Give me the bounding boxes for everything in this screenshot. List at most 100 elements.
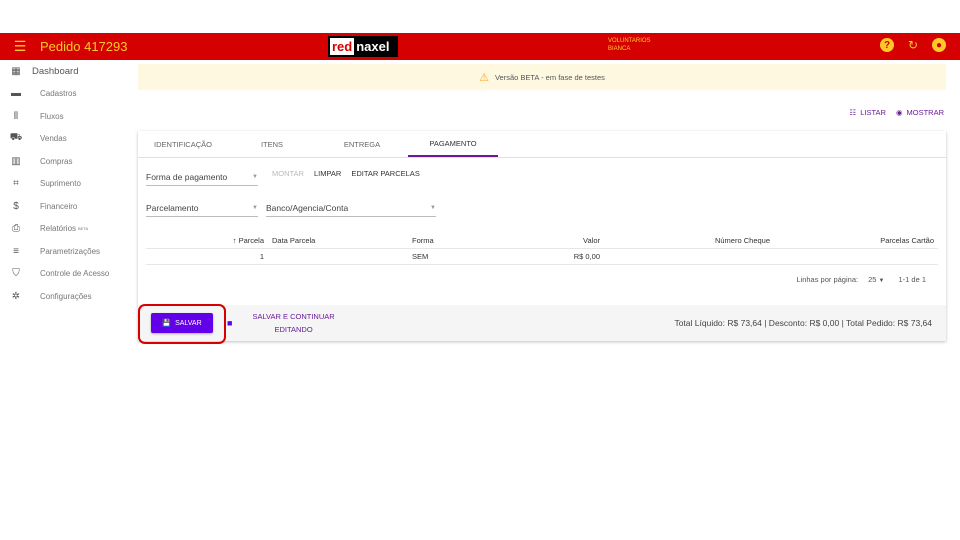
banco-label: Banco/Agencia/Conta xyxy=(266,202,349,213)
chevron-down-icon: ▼ xyxy=(430,204,436,211)
col-valor[interactable]: Valor xyxy=(508,236,604,245)
col-parcela-label: Parcela xyxy=(238,236,264,245)
table-header: ↑ Parcela Data Parcela Forma Valor Númer… xyxy=(146,233,938,249)
cart-icon: ⛟ xyxy=(9,132,23,144)
col-forma[interactable]: Forma xyxy=(408,236,508,245)
eye-icon: ◉ xyxy=(895,108,903,117)
cell-forma: SEM xyxy=(412,252,429,261)
order-card: IDENTIFICAÇÃO ITENS ENTREGA PAGAMENTO Fo… xyxy=(138,131,946,344)
table-row[interactable]: 1 SEM R$ 0,00 xyxy=(146,249,938,265)
col-data-parcela[interactable]: Data Parcela xyxy=(268,236,408,245)
save-continue-button[interactable]: SALVAR E CONTINUAR EDITANDO xyxy=(252,310,334,336)
sidebar: ▦ Dashboard ▬ Cadastros ⦀ Fluxos ⛟ Vendas ▥ Compr… xyxy=(0,60,125,302)
banco-select[interactable]: Banco/Agencia/Conta ▼ xyxy=(266,199,436,217)
rows-per-page-select[interactable]: 25 ▼ xyxy=(868,275,884,284)
sidebar-item-label: Configurações xyxy=(40,291,92,301)
sidebar-item-label: Vendas xyxy=(40,134,67,144)
montar-button[interactable]: MONTAR xyxy=(272,169,304,178)
order-totals: Total Líquido: R$ 73,64 | Desconto: R$ 0… xyxy=(674,318,932,328)
beta-banner: ⚠ Versão BETA - em fase de testes xyxy=(138,64,946,90)
save-continue-line1: SALVAR E CONTINUAR xyxy=(252,312,335,321)
sidebar-item-controle-de-acesso[interactable]: ⛉ Controle de Acesso xyxy=(0,263,125,286)
list-icon: ☷ xyxy=(849,108,857,117)
crop-icon: ⌗ xyxy=(13,178,19,190)
editar-parcelas-button[interactable]: EDITAR PARCELAS xyxy=(351,169,420,178)
user-org: VOLUNTARIOS xyxy=(608,38,651,44)
forma-pagamento-label: Forma de pagamento xyxy=(146,171,228,182)
sidebar-item-relat-rios[interactable]: ⎙ Relatórios BETA xyxy=(0,218,125,241)
sidebar-item-cadastros[interactable]: ▬ Cadastros xyxy=(0,83,125,106)
sidebar-item-label: Relatórios xyxy=(40,224,77,234)
parcelamento-select[interactable]: Parcelamento ▼ xyxy=(146,199,258,217)
warning-icon: ⚠ xyxy=(479,71,489,84)
tab-identificacao[interactable]: IDENTIFICAÇÃO xyxy=(138,131,228,157)
parcelas-table: ↑ Parcela Data Parcela Forma Valor Númer… xyxy=(146,233,938,265)
cell-valor: R$ 0,00 xyxy=(573,252,600,261)
refresh-icon[interactable]: ↻ xyxy=(906,38,920,52)
sidebar-item-label: Cadastros xyxy=(40,89,77,99)
printer-icon: ⎙ xyxy=(12,223,20,235)
sidebar-item-label: Fluxos xyxy=(40,111,64,121)
building-icon: ▥ xyxy=(11,155,21,167)
floppy-icon[interactable]: ■ xyxy=(227,318,232,328)
tabs: IDENTIFICAÇÃO ITENS ENTREGA PAGAMENTO xyxy=(138,131,946,158)
logo: red naxel xyxy=(328,36,398,57)
sidebar-item-label: Dashboard xyxy=(32,65,79,77)
rows-per-page-value: 25 xyxy=(868,275,877,284)
sidebar-item-configura-es[interactable]: ✲ Configurações xyxy=(0,285,125,308)
sidebar-item-label: Compras xyxy=(40,156,73,166)
logo-red: red xyxy=(330,38,355,55)
sidebar-item-label: Parametrizações xyxy=(40,246,101,256)
sidebar-item-fluxos[interactable]: ⦀ Fluxos xyxy=(0,105,125,128)
forma-pagamento-select[interactable]: Forma de pagamento ▼ xyxy=(146,168,258,186)
pagination: Linhas por página: 25 ▼ 1-1 de 1 xyxy=(796,275,926,284)
col-parcela[interactable]: ↑ Parcela xyxy=(146,236,268,245)
page-range: 1-1 de 1 xyxy=(898,275,926,284)
sidebar-item-label: Suprimento xyxy=(40,179,81,189)
sidebar-item-vendas[interactable]: ⛟ Vendas xyxy=(0,128,125,151)
sidebar-item-label: Controle de Acesso xyxy=(40,269,110,279)
beta-badge: BETA xyxy=(78,226,89,232)
app-bar: ☰ Pedido 417293 red naxel VOLUNTARIOS BI… xyxy=(0,33,960,60)
user-info: VOLUNTARIOS BIANCA xyxy=(608,37,651,53)
beta-text: Versão BETA - em fase de testes xyxy=(494,72,605,82)
dollar-icon: $ xyxy=(13,200,19,212)
sidebar-item-parametriza-es[interactable]: ≡ Parametrizações xyxy=(0,240,125,263)
menu-icon[interactable]: ☰ xyxy=(0,38,40,55)
rows-per-page-label: Linhas por página: xyxy=(796,275,859,284)
col-numero-cheque[interactable]: Número Cheque xyxy=(604,236,774,245)
chevron-down-icon: ▼ xyxy=(252,173,258,180)
listar-button[interactable]: ☷ LISTAR xyxy=(850,108,886,117)
tune-icon: ≡ xyxy=(13,245,19,257)
folder-icon: ▬ xyxy=(11,88,21,100)
dashboard-icon: ▦ xyxy=(11,65,21,77)
cell-parcela: 1 xyxy=(259,252,264,261)
listar-label: LISTAR xyxy=(860,108,886,117)
tab-itens[interactable]: ITENS xyxy=(228,131,316,157)
account-circle-icon[interactable]: ● xyxy=(932,38,946,52)
shield-icon: ⛉ xyxy=(12,268,20,280)
sidebar-item-suprimento[interactable]: ⌗ Suprimento xyxy=(0,173,125,196)
save-continue-line2: EDITANDO xyxy=(274,325,313,334)
mostrar-button[interactable]: ◉ MOSTRAR xyxy=(896,108,944,117)
mostrar-label: MOSTRAR xyxy=(906,108,945,117)
chevron-down-icon: ▼ xyxy=(252,204,258,211)
sidebar-item-financeiro[interactable]: $ Financeiro xyxy=(0,195,125,218)
logo-white: naxel xyxy=(356,39,390,54)
view-toolbar: ☷ LISTAR ◉ MOSTRAR xyxy=(850,108,944,117)
page-title: Pedido 417293 xyxy=(40,39,128,54)
col-parcelas-cartao[interactable]: Parcelas Cartão xyxy=(774,236,938,245)
sidebar-item-dashboard[interactable]: ▦ Dashboard xyxy=(0,60,125,83)
sidebar-item-compras[interactable]: ▥ Compras xyxy=(0,150,125,173)
gear-icon: ✲ xyxy=(11,290,21,302)
sidebar-item-label: Financeiro xyxy=(40,201,78,211)
columns-icon: ⦀ xyxy=(13,110,19,122)
help-circle-icon[interactable]: ? xyxy=(880,38,894,52)
tab-pagamento[interactable]: PAGAMENTO xyxy=(408,131,498,157)
limpar-button[interactable]: LIMPAR xyxy=(314,169,341,178)
tab-entrega[interactable]: ENTREGA xyxy=(316,131,408,157)
highlight-box xyxy=(138,304,226,344)
user-name: BIANCA xyxy=(608,46,631,52)
chevron-down-icon: ▼ xyxy=(878,278,885,284)
parcelamento-label: Parcelamento xyxy=(146,202,199,213)
